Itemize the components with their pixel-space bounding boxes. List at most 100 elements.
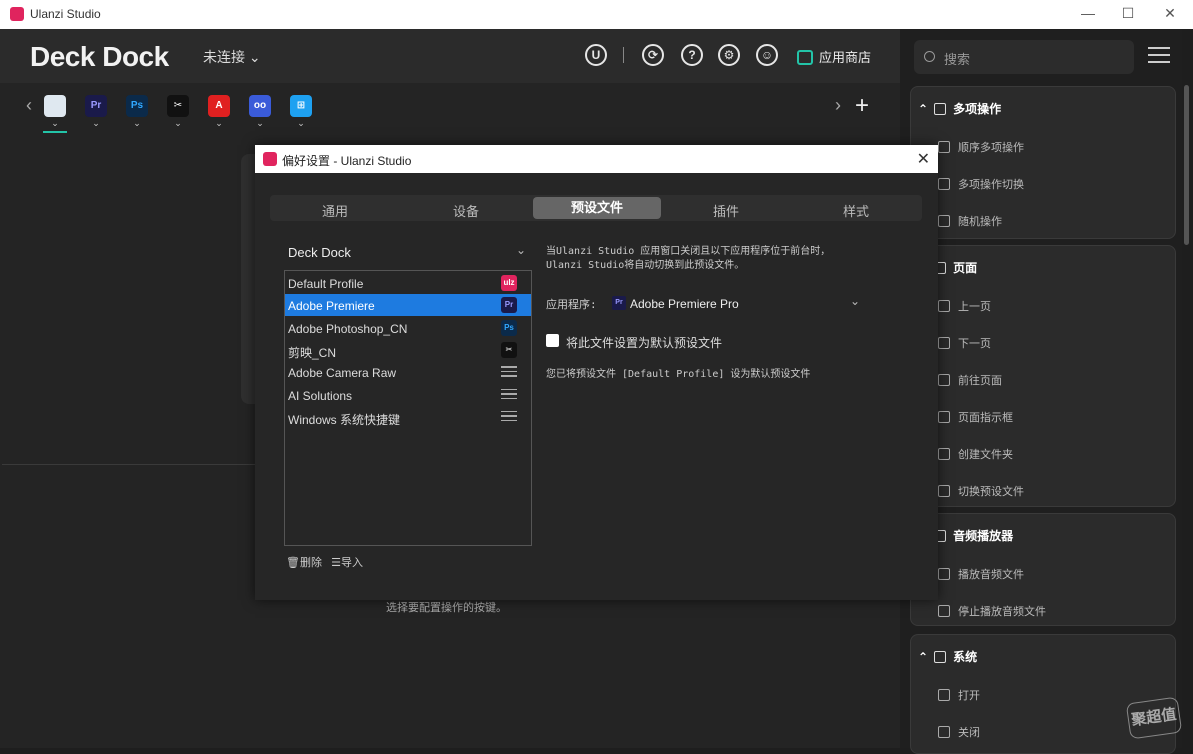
note-line: 当Ulanzi Studio 应用窗口关闭且以下应用程序位于前台时， bbox=[546, 246, 831, 257]
action-label: 打开 bbox=[958, 690, 980, 702]
tab-styles[interactable]: 样式 bbox=[843, 201, 869, 220]
auto-switch-note: 当Ulanzi Studio 应用窗口关闭且以下应用程序位于前台时， Ulanz… bbox=[546, 245, 886, 273]
profile-name: Default Profile bbox=[288, 277, 364, 291]
chevron-down-icon: ⌄ bbox=[248, 49, 261, 65]
tab-devices[interactable]: 设备 bbox=[453, 201, 479, 220]
search-icon bbox=[924, 51, 935, 62]
photoshop-app-icon[interactable]: Ps bbox=[126, 95, 148, 117]
profile-row[interactable]: AI Solutions bbox=[285, 384, 531, 406]
dialog-title: 偏好设置 - Ulanzi Studio bbox=[282, 154, 412, 168]
default-profile-label: 将此文件设置为默认预设文件 bbox=[566, 336, 723, 350]
next-arrow-icon[interactable]: › bbox=[835, 95, 841, 116]
import-button[interactable]: ☰导入 bbox=[331, 557, 363, 569]
action-item[interactable]: 创建文件夹 bbox=[938, 446, 1013, 462]
profile-name: AI Solutions bbox=[288, 388, 353, 403]
action-item[interactable]: 多项操作切换 bbox=[938, 176, 1024, 192]
premiere-icon: Pr bbox=[501, 297, 517, 314]
action-item[interactable]: 随机操作 bbox=[938, 213, 1002, 229]
gear-icon[interactable]: ⚙ bbox=[718, 44, 740, 66]
action-item[interactable]: 上一页 bbox=[938, 298, 991, 314]
device-select[interactable]: Deck Dock ⌄ bbox=[284, 241, 532, 265]
add-app-button[interactable]: + bbox=[855, 92, 869, 120]
action-group-header[interactable]: ⌃ 多项操作 bbox=[918, 100, 1001, 117]
chevron-down-icon[interactable]: ⌄ bbox=[290, 118, 312, 129]
action-icon bbox=[938, 689, 950, 701]
profile-name: 剪映_CN bbox=[288, 345, 337, 360]
action-item[interactable]: 下一页 bbox=[938, 335, 991, 351]
ulanzi-logo-icon bbox=[10, 7, 24, 21]
scrollbar[interactable] bbox=[1184, 85, 1189, 245]
import-label: 导入 bbox=[341, 557, 364, 569]
action-label: 页面指示框 bbox=[958, 412, 1013, 424]
watermark: 聚超值 bbox=[1125, 696, 1183, 740]
chevron-down-icon[interactable]: ⌄ bbox=[249, 118, 271, 129]
action-item[interactable]: 前往页面 bbox=[938, 372, 1002, 388]
application-select[interactable]: Pr Adobe Premiere Pro ⌄ bbox=[606, 291, 864, 315]
chevron-down-icon[interactable]: ⌄ bbox=[126, 118, 148, 129]
profile-row[interactable]: Default Profile ulz bbox=[285, 272, 531, 294]
list-icon bbox=[501, 388, 517, 403]
ulanzi-account-icon[interactable]: U bbox=[585, 44, 607, 66]
key-hint: 选择要配置操作的按键。 bbox=[386, 602, 507, 614]
dashboard-icon[interactable]: ⟳ bbox=[642, 44, 664, 66]
tab-profiles[interactable]: 预设文件 bbox=[533, 197, 661, 219]
minimize-button[interactable]: — bbox=[1078, 5, 1098, 23]
capcut-app-icon[interactable]: ✂ bbox=[167, 95, 189, 117]
default-profile-checkbox[interactable] bbox=[546, 334, 559, 347]
selected-app-indicator bbox=[43, 131, 67, 133]
profile-row[interactable]: Adobe Camera Raw bbox=[285, 361, 531, 383]
photoshop-icon: Ps bbox=[501, 319, 517, 336]
action-item[interactable]: 打开 bbox=[938, 687, 980, 703]
action-label: 创建文件夹 bbox=[958, 449, 1013, 461]
profile-row[interactable]: Adobe Photoshop_CN Ps bbox=[285, 317, 531, 339]
delete-button[interactable]: 🗑删除 bbox=[286, 557, 322, 569]
chevron-down-icon[interactable]: ⌄ bbox=[167, 118, 189, 129]
search-input[interactable]: 搜索 bbox=[914, 40, 1134, 74]
help-icon[interactable]: ? bbox=[681, 44, 703, 66]
group-icon bbox=[934, 103, 947, 115]
close-dialog-button[interactable]: ✕ bbox=[917, 149, 930, 169]
premiere-app-icon[interactable]: Pr bbox=[85, 95, 107, 117]
ulanzi-app-icon[interactable]: oo bbox=[249, 95, 271, 117]
action-group-title: 页面 bbox=[953, 261, 978, 275]
action-icon bbox=[938, 485, 950, 497]
action-label: 下一页 bbox=[958, 338, 991, 350]
action-item[interactable]: 切换预设文件 bbox=[938, 483, 1024, 499]
action-item[interactable]: 顺序多项操作 bbox=[938, 139, 1024, 155]
profile-row[interactable]: Windows 系统快捷键 bbox=[285, 406, 531, 428]
prev-arrow-icon[interactable]: ‹ bbox=[26, 95, 32, 116]
close-window-button[interactable]: ✕ bbox=[1160, 5, 1180, 23]
list-icon bbox=[501, 410, 517, 425]
menu-icon[interactable] bbox=[1148, 47, 1170, 65]
tab-plugins[interactable]: 插件 bbox=[713, 201, 739, 220]
profile-row[interactable]: 剪映_CN ✂ bbox=[285, 339, 531, 361]
chevron-down-icon[interactable]: ⌄ bbox=[85, 118, 107, 129]
user-icon[interactable]: ☺ bbox=[756, 44, 778, 66]
ulanzi-logo: ulz bbox=[501, 275, 517, 291]
action-label: 关闭 bbox=[958, 727, 980, 739]
list-icon bbox=[501, 366, 517, 380]
action-item[interactable]: 关闭 bbox=[938, 724, 980, 740]
action-icon bbox=[938, 178, 950, 190]
action-item[interactable]: 停止播放音频文件 bbox=[938, 603, 1046, 619]
action-item[interactable]: 页面指示框 bbox=[938, 409, 1013, 425]
chevron-down-icon[interactable]: ⌄ bbox=[208, 118, 230, 129]
tab-general[interactable]: 通用 bbox=[322, 201, 348, 220]
connection-dropdown[interactable]: 未连接 ⌄ bbox=[203, 47, 261, 67]
action-icon bbox=[938, 337, 950, 349]
action-item[interactable]: 播放音频文件 bbox=[938, 566, 1024, 582]
action-label: 播放音频文件 bbox=[958, 569, 1024, 581]
action-group-header[interactable]: ⌃ 系统 bbox=[918, 648, 977, 665]
action-label: 前往页面 bbox=[958, 375, 1002, 387]
note-line: Ulanzi Studio将自动切换到此预设文件。 bbox=[546, 260, 745, 271]
profile-row[interactable]: Adobe Premiere Pr bbox=[285, 294, 531, 317]
windows-app-icon[interactable]: ⊞ bbox=[290, 95, 312, 117]
adobe-app-icon[interactable]: A bbox=[208, 95, 230, 117]
chevron-down-icon[interactable]: ⌄ bbox=[44, 118, 66, 129]
window-title-bar: Ulanzi Studio — ☐ ✕ bbox=[0, 0, 1193, 29]
maximize-button[interactable]: ☐ bbox=[1118, 5, 1138, 23]
app-store-button[interactable]: 应用商店 bbox=[797, 47, 871, 66]
premiere-icon: Pr bbox=[612, 296, 626, 310]
action-label: 随机操作 bbox=[958, 216, 1002, 228]
finder-app-icon[interactable] bbox=[44, 95, 66, 117]
